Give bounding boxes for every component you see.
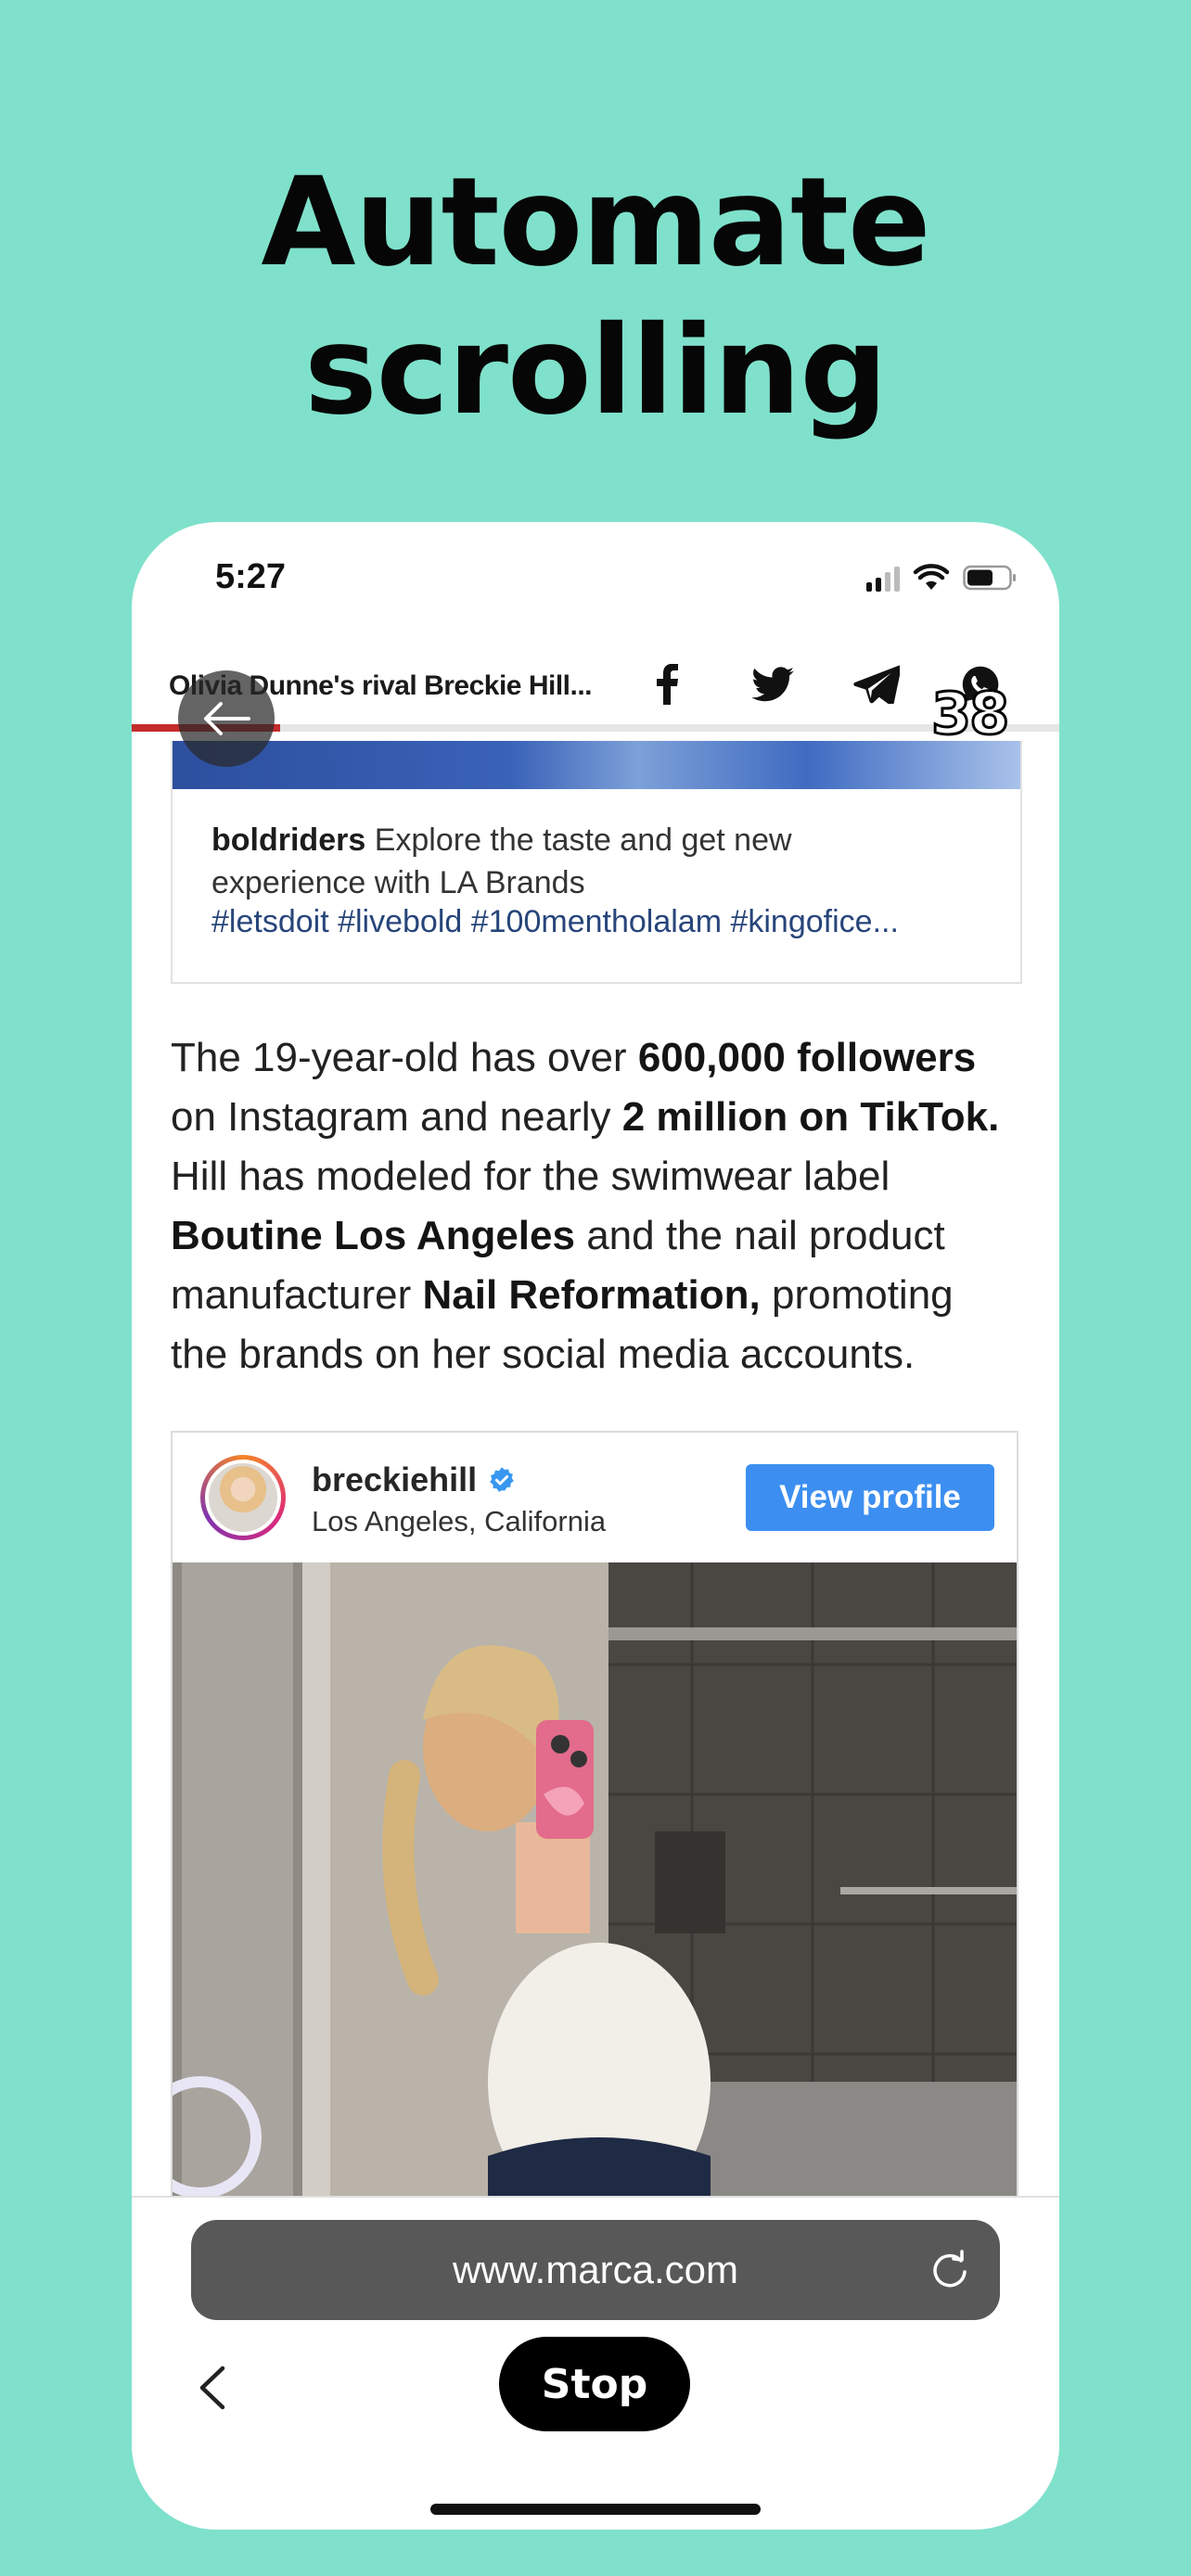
instagram-username-text[interactable]: breckiehill (312, 1460, 477, 1499)
paragraph-text: on Instagram and nearly (171, 1094, 622, 1140)
caption-line-2: experience with LA Brands (211, 865, 585, 900)
home-indicator (430, 2504, 761, 2515)
paragraph-bold: 2 million on TikTok. (621, 1094, 1000, 1140)
url-text[interactable]: www.marca.com (453, 2248, 738, 2292)
facebook-icon[interactable] (644, 661, 690, 708)
avatar[interactable] (200, 1455, 286, 1540)
status-time: 5:27 (215, 557, 287, 596)
embedded-post-caption: boldriders Explore the taste and get new… (211, 819, 991, 904)
reload-icon[interactable] (928, 2248, 972, 2292)
headline-line-2: scrolling (304, 300, 888, 442)
paragraph-text: promoting (760, 1272, 954, 1318)
paragraph-text: and the nail product (574, 1213, 945, 1258)
wifi-icon (913, 564, 950, 590)
twitter-icon[interactable] (749, 661, 796, 708)
headline-line-1: Automate (261, 151, 930, 294)
paragraph-text: manufacturer (171, 1272, 423, 1318)
stop-button[interactable]: Stop (499, 2337, 690, 2431)
phone-screen: 5:27 Olivia Dunne's rival Breckie Hill..… (132, 522, 1059, 2530)
embedded-post-hashtags[interactable]: #letsdoit #livebold #100mentholalam #kin… (211, 904, 899, 940)
instagram-post-photo[interactable] (173, 1562, 1017, 2196)
url-bar[interactable]: www.marca.com (191, 2220, 1000, 2320)
embedded-post-username[interactable]: boldriders (211, 823, 365, 858)
view-profile-button[interactable]: View profile (746, 1464, 994, 1531)
paragraph-text: the brands on her social media accounts. (171, 1332, 916, 1377)
paragraph-bold: 600,000 followers (637, 1035, 977, 1080)
scroll-counter: 38 (929, 679, 1010, 749)
article-paragraph: The 19-year-old has over 600,000 followe… (171, 1028, 1033, 1384)
paragraph-bold: Boutine Los Angeles (171, 1213, 575, 1258)
caption-line-1: Explore the taste and get new (374, 823, 792, 858)
cellular-signal-icon (866, 564, 900, 592)
battery-icon (963, 565, 1016, 591)
instagram-location[interactable]: Los Angeles, California (312, 1505, 606, 1538)
browser-toolbar: www.marca.com Stop (132, 2196, 1059, 2530)
arrow-left-icon (204, 702, 250, 735)
paragraph-text: Hill has modeled for the swimwear label (171, 1154, 890, 1199)
back-button[interactable] (178, 670, 275, 767)
verified-badge-icon (490, 1467, 514, 1492)
chevron-left-icon[interactable] (189, 2355, 236, 2420)
instagram-username[interactable]: breckiehill (312, 1460, 516, 1499)
paragraph-text: The 19-year-old has over (171, 1035, 638, 1080)
status-icons (866, 561, 1017, 594)
instagram-embed-card: breckiehill Los Angeles, California View… (171, 1431, 1018, 2196)
article-content[interactable]: boldriders Explore the taste and get new… (132, 741, 1059, 2196)
telegram-icon[interactable] (853, 661, 900, 708)
promo-headline: Automate scrolling (0, 148, 1191, 445)
paragraph-bold: Nail Reformation, (422, 1272, 761, 1318)
